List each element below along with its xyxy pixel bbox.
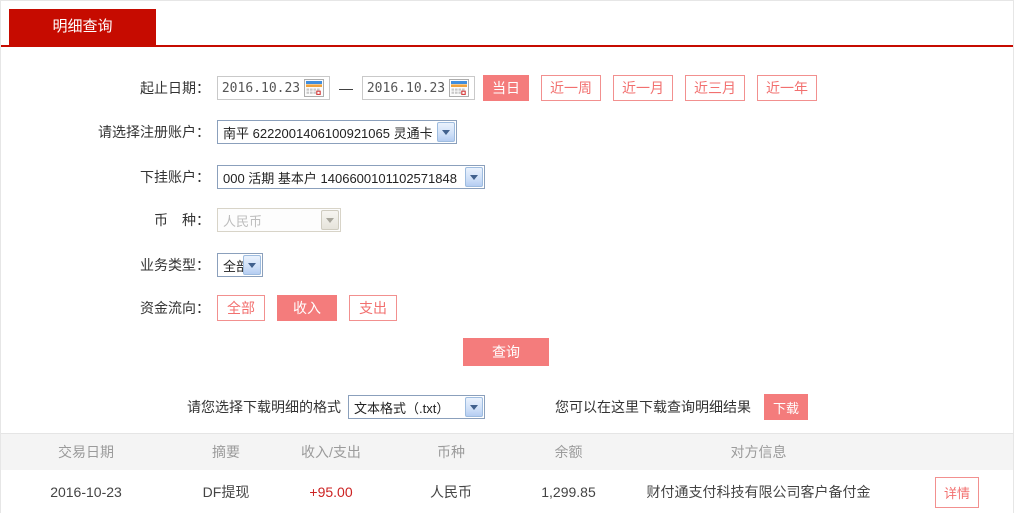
- currency-label: 币 种：: [154, 212, 210, 228]
- download-row: 请您选择下载明细的格式 文本格式（.txt） 您可以在这里下载查询明细结果 下载: [1, 394, 1013, 420]
- registered-account-value: 南平 6222001406100921065 灵通卡: [223, 125, 433, 141]
- sub-account-select[interactable]: 000 活期 基本户 1406600101102571848: [217, 165, 485, 189]
- download-hint-text: 您可以在这里下载查询明细结果: [555, 399, 751, 415]
- col-header-amount: 收入/支出: [301, 444, 361, 460]
- business-type-label: 业务类型：: [140, 257, 210, 273]
- start-date-box: [217, 76, 330, 100]
- range-button-week[interactable]: 近一周: [541, 75, 601, 101]
- fund-flow-buttons: 全部 收入 支出: [217, 295, 397, 321]
- quick-range-buttons: 当日 近一周 近一月 近三月 近一年: [483, 75, 817, 101]
- col-header-currency: 币种: [437, 444, 465, 460]
- detail-query-page: 明细查询 起止日期： —: [0, 0, 1014, 514]
- download-format-value: 文本格式（.txt）: [354, 400, 450, 416]
- table-header-row: 交易日期 摘要 收入/支出 币种 余额 对方信息: [1, 434, 1013, 470]
- chevron-down-icon: [243, 255, 261, 275]
- download-format-select[interactable]: 文本格式（.txt）: [348, 395, 485, 419]
- registered-account-row: 请选择注册账户： 南平 6222001406100921065 灵通卡: [1, 120, 1013, 144]
- chevron-down-icon: [437, 122, 455, 142]
- download-button[interactable]: 下载: [764, 394, 808, 420]
- currency-value: 人民币: [223, 213, 263, 229]
- currency-select: 人民币: [217, 208, 341, 232]
- detail-button[interactable]: 详情: [934, 476, 979, 508]
- registered-account-select[interactable]: 南平 6222001406100921065 灵通卡: [217, 120, 457, 144]
- date-range-separator: —: [339, 80, 353, 96]
- tab-detail-query[interactable]: 明细查询: [9, 9, 156, 45]
- range-button-today[interactable]: 当日: [483, 75, 529, 101]
- range-button-month[interactable]: 近一月: [613, 75, 673, 101]
- business-type-row: 业务类型： 全部: [1, 253, 1013, 277]
- chevron-down-icon: [465, 167, 483, 187]
- fund-flow-row: 资金流向： 全部 收入 支出: [1, 295, 1013, 321]
- sub-account-row: 下挂账户： 000 活期 基本户 1406600101102571848: [1, 165, 1013, 189]
- col-header-counterparty: 对方信息: [730, 444, 787, 460]
- range-button-3months[interactable]: 近三月: [685, 75, 745, 101]
- fund-flow-expense-button[interactable]: 支出: [349, 295, 397, 321]
- date-range-row: 起止日期： —: [1, 75, 1013, 101]
- currency-row: 币 种： 人民币: [1, 208, 1013, 232]
- table-row: 2016-10-23 DF提现 +95.00 人民币 1,299.85 财付通支…: [1, 470, 1013, 514]
- header: 明细查询: [1, 1, 1013, 45]
- row-date: 2016-10-23: [50, 484, 122, 500]
- business-type-select[interactable]: 全部: [217, 253, 263, 277]
- range-button-year[interactable]: 近一年: [757, 75, 817, 101]
- end-date-box: [362, 76, 475, 100]
- query-button[interactable]: 查询: [463, 338, 549, 366]
- calendar-icon[interactable]: [304, 79, 324, 97]
- query-form: 起止日期： —: [1, 47, 1013, 420]
- start-date-input[interactable]: [218, 80, 304, 96]
- row-balance: 1,299.85: [541, 484, 596, 500]
- row-summary: DF提现: [202, 484, 250, 500]
- fund-flow-label: 资金流向：: [140, 300, 210, 316]
- col-header-date: 交易日期: [58, 444, 114, 460]
- chevron-down-icon: [465, 397, 483, 417]
- end-date-input[interactable]: [363, 80, 449, 96]
- date-range-label: 起止日期：: [140, 80, 210, 96]
- fund-flow-income-button[interactable]: 收入: [277, 295, 337, 321]
- fund-flow-all-button[interactable]: 全部: [217, 295, 265, 321]
- chevron-down-icon: [321, 210, 339, 230]
- results-table: 交易日期 摘要 收入/支出 币种 余额 对方信息 2016-10-23 DF提现…: [1, 433, 1013, 514]
- col-header-summary: 摘要: [212, 444, 240, 460]
- row-currency: 人民币: [430, 484, 472, 500]
- business-type-value: 全部: [223, 258, 243, 274]
- sub-account-label: 下挂账户：: [140, 169, 210, 185]
- registered-account-label: 请选择注册账户：: [98, 124, 210, 140]
- calendar-icon[interactable]: [449, 79, 469, 97]
- col-header-balance: 余额: [554, 444, 583, 460]
- sub-account-value: 000 活期 基本户 1406600101102571848: [223, 170, 457, 186]
- row-amount: +95.00: [309, 484, 353, 500]
- row-counterparty: 财付通支付科技有限公司客户备付金: [646, 484, 871, 500]
- download-format-label: 请您选择下载明细的格式: [187, 399, 341, 415]
